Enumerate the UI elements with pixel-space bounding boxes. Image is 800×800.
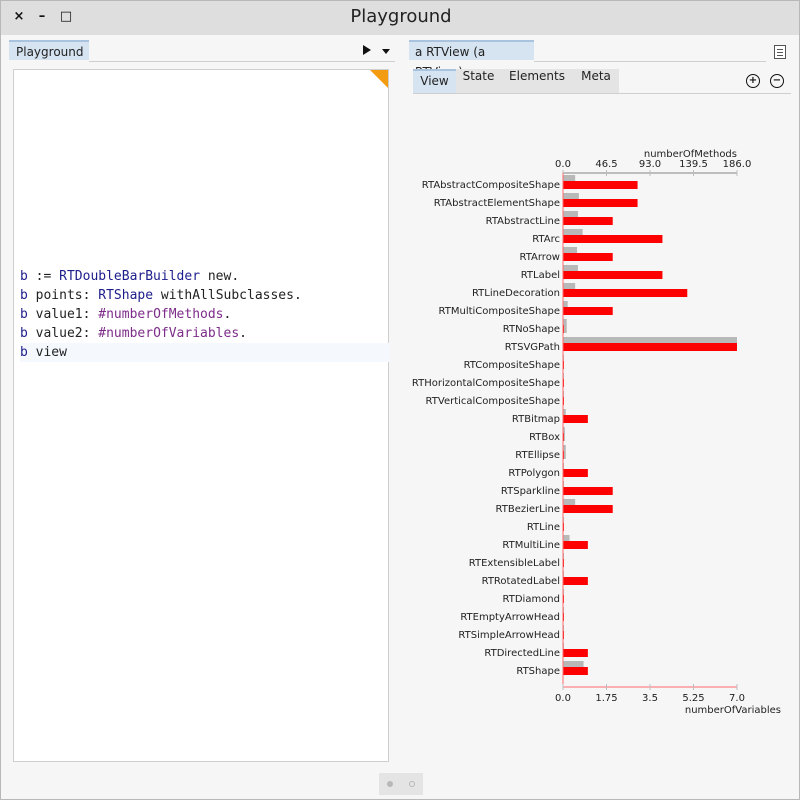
tab-playground[interactable]: Playground xyxy=(9,40,89,60)
category-label: RTEmptyArrowHead xyxy=(460,612,560,623)
code-line[interactable]: b := RTDoubleBarBuilder new. xyxy=(20,267,390,286)
category-label: RTLabel xyxy=(521,270,560,281)
top-axis-tick-label: 46.5 xyxy=(595,159,617,170)
bar-numberOfVariables xyxy=(563,253,613,261)
code-area[interactable]: b := RTDoubleBarBuilder new. b points: RT… xyxy=(20,267,390,362)
code-line[interactable]: b view xyxy=(20,343,390,362)
playground-window: × – □ Playground Playground b := RTDoubl… xyxy=(0,0,800,800)
top-axis-tick-label: 139.5 xyxy=(679,159,708,170)
tab-state[interactable]: State xyxy=(456,69,501,93)
pager-dot-1[interactable] xyxy=(387,781,393,787)
bar-numberOfVariables xyxy=(563,667,588,675)
tab-elements[interactable]: Elements xyxy=(501,69,573,93)
category-label: RTNoShape xyxy=(503,324,560,335)
bar-numberOfVariables xyxy=(563,649,588,657)
code-editor[interactable]: b := RTDoubleBarBuilder new. b points: RT… xyxy=(13,69,390,762)
category-label: RTExtensibleLabel xyxy=(469,558,560,569)
bar-numberOfVariables xyxy=(563,199,638,207)
dropdown-icon[interactable] xyxy=(382,49,390,54)
category-label: RTAbstractLine xyxy=(486,216,560,227)
bar-numberOfVariables xyxy=(563,469,588,477)
bottom-axis-tick-label: 0.0 xyxy=(555,693,571,704)
category-label: RTAbstractCompositeShape xyxy=(422,180,560,191)
bar-numberOfVariables xyxy=(563,415,588,423)
bottom-axis-tick-label: 5.25 xyxy=(682,693,704,704)
category-label: RTBox xyxy=(529,432,560,443)
category-label: RTArrow xyxy=(519,252,560,263)
code-line[interactable]: b value2: #numberOfVariables. xyxy=(20,324,390,343)
tab-divider-right xyxy=(534,61,766,62)
bottom-axis-tick-label: 1.75 xyxy=(595,693,617,704)
run-icon[interactable] xyxy=(363,45,371,55)
bar-numberOfVariables xyxy=(563,217,613,225)
tab-divider xyxy=(89,61,395,62)
category-label: RTMultiCompositeShape xyxy=(439,306,560,317)
top-axis-tick-label: 0.0 xyxy=(555,159,571,170)
code-line[interactable]: b value1: #numberOfMethods. xyxy=(20,305,390,324)
category-label: RTSparkline xyxy=(501,486,560,497)
category-label: RTDiamond xyxy=(503,594,560,605)
category-label: RTLine xyxy=(527,522,560,533)
category-label: RTPolygon xyxy=(508,468,560,479)
category-label: RTBitmap xyxy=(512,414,560,425)
bottom-axis-label: numberOfVariables xyxy=(685,705,781,716)
category-label: RTDirectedLine xyxy=(484,648,560,659)
bar-numberOfVariables xyxy=(563,271,663,279)
bar-numberOfVariables xyxy=(563,487,613,495)
category-label: RTBezierLine xyxy=(496,504,560,515)
tab-meta[interactable]: Meta xyxy=(573,69,619,93)
category-label: RTShape xyxy=(516,666,560,677)
category-label: RTMultiLine xyxy=(502,540,560,551)
zoom-in-icon[interactable]: + xyxy=(746,74,760,88)
bottom-axis-tick-label: 3.5 xyxy=(642,693,658,704)
document-icon[interactable] xyxy=(774,45,786,59)
window-title: Playground xyxy=(350,6,452,27)
tab-view[interactable]: View xyxy=(413,69,456,93)
category-label: RTVerticalCompositeShape xyxy=(426,396,560,407)
zoom-out-icon[interactable]: − xyxy=(770,74,784,88)
title-bar: × – □ Playground xyxy=(1,1,799,35)
category-label: RTHorizontalCompositeShape xyxy=(412,378,560,389)
bar-numberOfVariables xyxy=(563,505,613,513)
category-label: RTAbstractElementShape xyxy=(434,198,560,209)
category-label: RTRotatedLabel xyxy=(482,576,560,587)
category-label: RTCompositeShape xyxy=(464,360,560,371)
bar-numberOfVariables xyxy=(563,307,613,315)
category-label: RTEllipse xyxy=(515,450,560,461)
category-label: RTArc xyxy=(532,234,560,245)
bar-numberOfVariables xyxy=(563,541,588,549)
bar-numberOfVariables xyxy=(563,289,688,297)
editor-corner-marker xyxy=(370,70,388,88)
bar-numberOfVariables xyxy=(563,577,588,585)
bar-numberOfVariables xyxy=(563,343,737,351)
pager-dot-2[interactable] xyxy=(409,781,415,787)
category-label: RTLineDecoration xyxy=(472,288,560,299)
pager xyxy=(379,773,423,795)
category-label: RTSVGPath xyxy=(505,342,560,353)
top-axis-tick-label: 93.0 xyxy=(639,159,661,170)
tab-rtview[interactable]: a RTView (a RTView) xyxy=(409,40,534,79)
bottom-axis-tick-label: 7.0 xyxy=(729,693,745,704)
top-axis-tick-label: 186.0 xyxy=(723,159,752,170)
code-line[interactable]: b points: RTShape withAllSubclasses. xyxy=(20,286,390,305)
inspector-divider xyxy=(413,93,791,94)
double-bar-chart: numberOfMethods0.0 46.5 93.0 139.5 186.0RTAb… xyxy=(412,149,781,716)
bar-numberOfVariables xyxy=(563,181,638,189)
category-label: RTSimpleArrowHead xyxy=(458,630,560,641)
bar-numberOfVariables xyxy=(563,235,663,243)
